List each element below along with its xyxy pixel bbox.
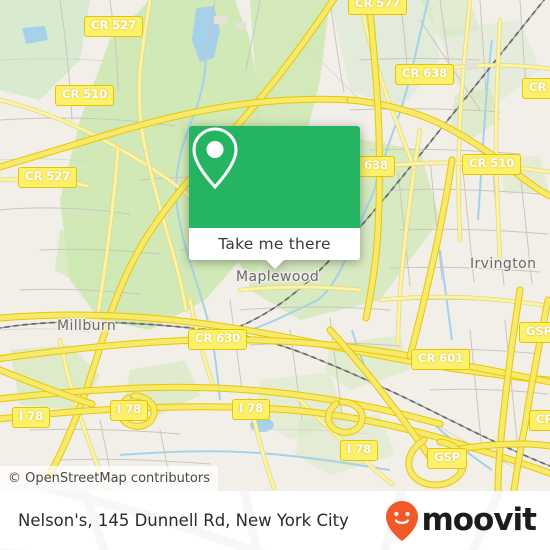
road-shield-cr527-north: CR 527 [84, 16, 144, 37]
road-shield-cr577: CR 577 [348, 0, 408, 15]
place-label-irvington: Irvington [470, 256, 537, 272]
road-shield-i78-west: I 78 [12, 407, 51, 428]
map-pin-icon [192, 127, 238, 190]
location-popup-card[interactable]: Take me there [189, 126, 360, 269]
popup-body: Take me there [189, 126, 360, 260]
popup-tail [265, 259, 285, 269]
place-label-millburn: Millburn [57, 318, 117, 334]
osm-attribution[interactable]: © OpenStreetMap contributors [0, 466, 218, 491]
footer-bar: Nelson's, 145 Dunnell Rd, New York City … [0, 491, 550, 550]
road-shield-cr510-east: CR 510 [462, 154, 522, 175]
take-me-there-button[interactable]: Take me there [189, 228, 360, 260]
road-shield-cr-edge: CR [529, 410, 550, 431]
moovit-logo[interactable]: moovit [385, 491, 537, 550]
road-shield-i78-mid: I 78 [232, 399, 271, 420]
road-shield-gsp-south: GSP [427, 448, 468, 469]
moovit-pin-smile-icon [386, 500, 419, 541]
road-shield-i78-center: I 78 [110, 400, 149, 421]
osm-attribution-text: © OpenStreetMap contributors [8, 471, 210, 486]
popup-header [189, 126, 360, 228]
road-shield-638: 638 [357, 156, 396, 177]
road-shield-i78-east: I 78 [340, 440, 379, 461]
road-shield-cr6-edge: CR 6 [522, 78, 550, 99]
road-shield-gsp-north: GSP [519, 322, 550, 343]
address-text: Nelson's, 145 Dunnell Rd, New York City [18, 511, 349, 530]
road-shield-cr527-south: CR 527 [18, 167, 78, 188]
location-address: Nelson's, 145 Dunnell Rd, New York City [18, 491, 349, 550]
road-shield-cr638-north: CR 638 [395, 64, 455, 85]
road-shield-cr601: CR 601 [411, 349, 471, 370]
road-shield-cr510-west: CR 510 [55, 85, 115, 106]
place-label-maplewood: Maplewood [236, 269, 320, 285]
map-screenshot: .pk{fill:#cfe8b4} .pk2{fill:#d8ead0} .wt… [0, 0, 550, 550]
map-canvas[interactable]: .pk{fill:#cfe8b4} .pk2{fill:#d8ead0} .wt… [0, 0, 550, 491]
road-shield-cr630: CR 630 [188, 329, 248, 350]
moovit-wordmark: moovit [421, 502, 537, 538]
